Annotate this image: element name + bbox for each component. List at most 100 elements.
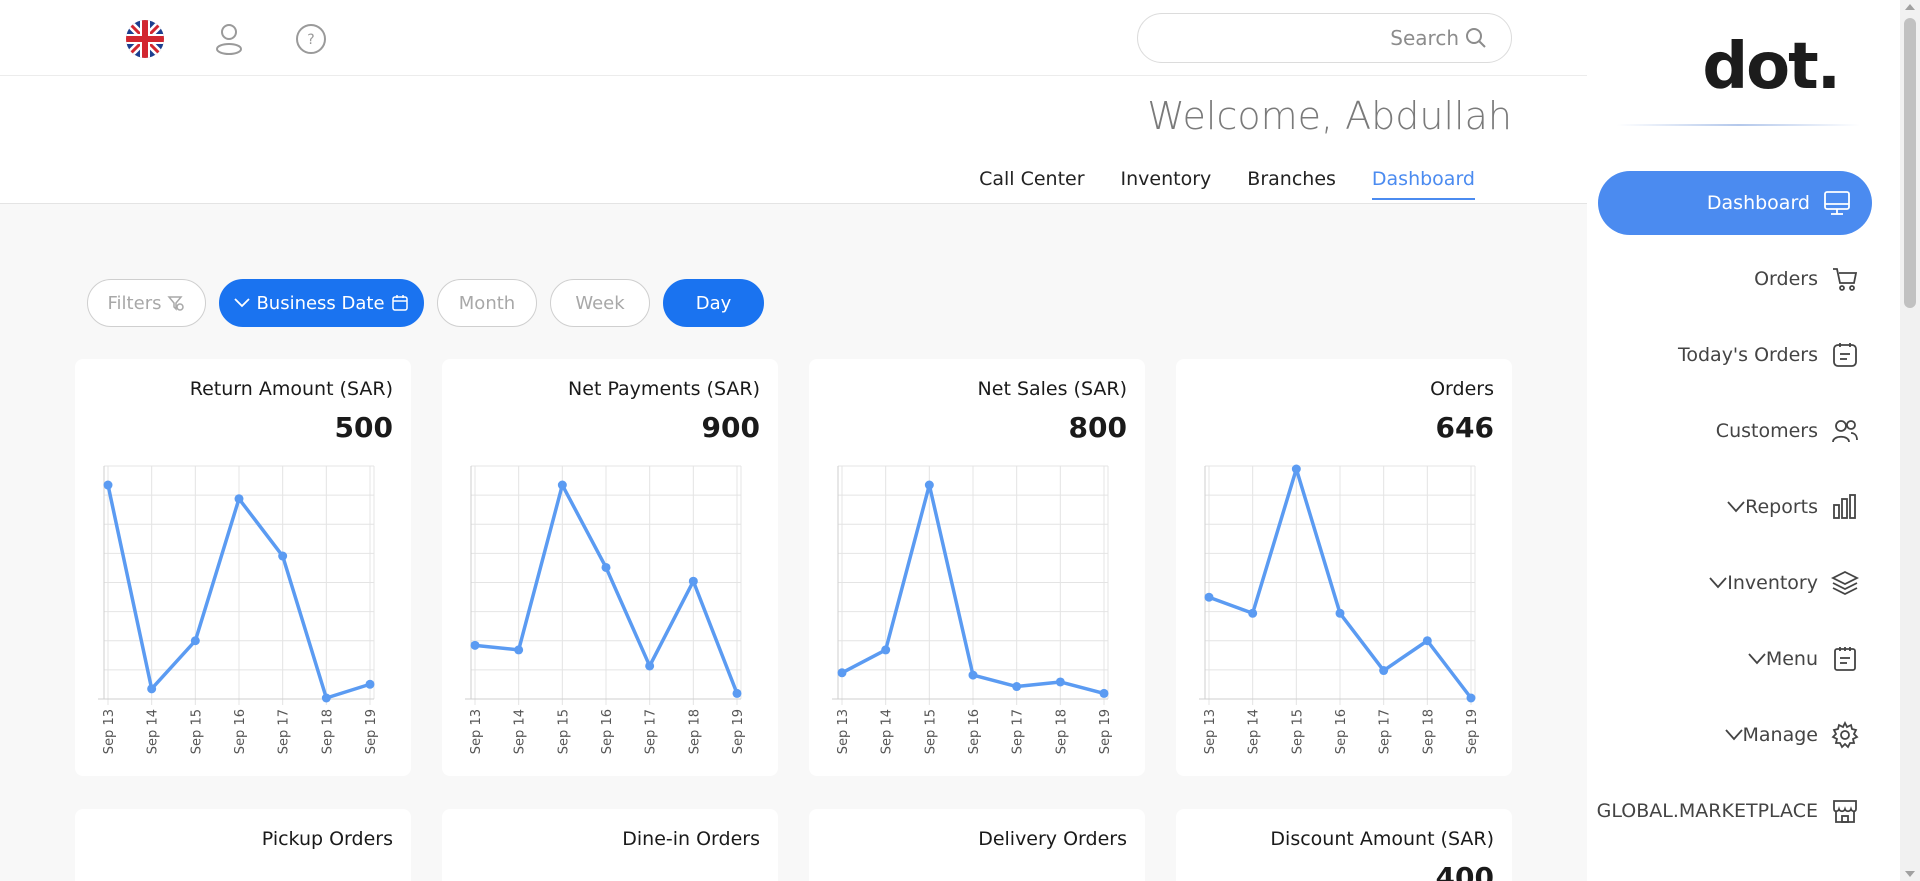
business-date-button[interactable]: Business Date [219,279,424,327]
data-point [278,551,288,561]
sidebar-item-label: Orders [1754,268,1818,290]
return-amount-chart: Sep 13 Sep 14 Sep 15 Sep 16 Sep 17 Sep 18 Sep … [98,465,379,754]
user-profile-icon[interactable] [209,19,249,59]
x-tick-label: Sep 16 [233,709,248,754]
sidebar-item-orders[interactable]: Orders [1754,247,1860,311]
divider [1617,124,1860,126]
chevron-down-icon [234,298,251,308]
filters-button[interactable]: Filters [87,279,206,327]
week-button[interactable]: Week [550,279,650,327]
sidebar-item-menu[interactable]: Menu [1748,627,1860,691]
top-bar: ? Search [0,0,1587,76]
x-tick-label: Sep 19 [364,709,379,754]
tab-dashboard[interactable]: Dashboard [1371,168,1476,200]
search-icon [1466,28,1486,48]
x-tick-label: Sep 13 [469,709,484,754]
filters-label: Filters [107,292,162,314]
data-point [1466,693,1476,703]
data-point [1335,608,1345,618]
top-tabs: Call Center Inventory Branches Dashboard [979,168,1476,200]
sidebar-item-global-marketplace[interactable]: GLOBAL.MARKETPLACE [1597,779,1860,843]
data-point [557,480,567,490]
scrollbar[interactable] [1900,0,1920,881]
day-button[interactable]: Day [663,279,764,327]
data-point [1291,464,1301,474]
sidebar-item-customers[interactable]: Customers [1716,399,1860,463]
data-point [645,661,655,671]
data-point [837,668,847,678]
x-tick-label: Sep 15 [189,709,204,754]
search-input[interactable]: Search [1137,13,1512,63]
data-point [968,670,978,680]
welcome-area: Welcome, Abdullah Call Center Inventory … [0,76,1587,204]
welcome-text: Welcome, Abdullah [1147,94,1512,138]
data-point [365,679,375,689]
card-title: Delivery Orders [978,828,1127,850]
sidebar-item-label: Inventory [1727,572,1818,594]
x-tick-label: Sep 15 [556,709,571,754]
filter-icon [167,296,185,311]
data-point [321,693,331,703]
card-title: Dine-in Orders [622,828,760,850]
help-icon[interactable]: ? [291,19,331,59]
x-tick-label: Sep 14 [1247,709,1262,754]
sidebar-item-manage[interactable]: Manage [1724,703,1860,767]
data-point [103,480,113,490]
month-button[interactable]: Month [437,279,537,327]
x-tick-label: Sep 17 [1378,709,1393,754]
card-net-payments: Net Payments (SAR) 900 Sep 13 Sep 14 Sep 1… [442,359,778,776]
dashboard-main: Filters Business Date Month Week Day Ret… [0,204,1587,881]
x-tick-label: Sep 17 [277,709,292,754]
scroll-up-arrow[interactable] [1905,4,1915,10]
sidebar: dot. Dashboard Orders Today's Orders Cus… [1587,0,1900,881]
sidebar-item-reports[interactable]: Reports [1727,475,1860,539]
data-point [601,562,611,572]
card-delivery-orders: Delivery Orders [809,809,1145,881]
x-tick-label: Sep 18 [320,709,335,754]
search-placeholder: Search [1390,26,1459,50]
card-discount-amount: Discount Amount (SAR) 400 [1176,809,1512,881]
net-sales-chart: Sep 13 Sep 14 Sep 15 Sep 16 Sep 17 Sep 18 Sep … [832,465,1113,754]
sidebar-item-dashboard[interactable]: Dashboard [1598,171,1872,235]
sidebar-item-label: Menu [1765,648,1818,670]
data-point [1422,636,1432,646]
scrollbar-thumb[interactable] [1904,18,1916,308]
card-return-amount: Return Amount (SAR) 500 Sep 13 Sep 14 Sep … [75,359,411,776]
sidebar-item-label: Customers [1715,420,1818,442]
data-point [190,636,200,646]
data-point [514,645,524,655]
x-tick-label: Sep 18 [687,709,702,754]
scroll-down-arrow[interactable] [1905,871,1915,877]
tab-branches[interactable]: Branches [1247,168,1336,200]
x-tick-label: Sep 16 [967,709,982,754]
data-point [732,688,742,698]
card-title: Discount Amount (SAR) [1270,828,1494,850]
data-point [470,640,480,650]
x-tick-label: Sep 13 [102,709,117,754]
data-point [1204,592,1214,602]
sidebar-item-label: GLOBAL.MARKETPLACE [1596,800,1818,822]
chevron-down-icon [1748,653,1766,665]
sidebar-item-todays-orders[interactable]: Today's Orders [1678,323,1860,387]
x-tick-label: Sep 15 [923,709,938,754]
calendar-note-icon [1830,340,1860,370]
svg-text:?: ? [307,32,314,48]
tab-inventory[interactable]: Inventory [1121,168,1212,200]
x-tick-label: Sep 17 [1011,709,1026,754]
x-tick-label: Sep 16 [1334,709,1349,754]
net-payments-chart: Sep 13 Sep 14 Sep 15 Sep 16 Sep 17 Sep 18 Sep … [465,465,746,754]
data-point [234,494,244,504]
data-point [1055,677,1065,687]
data-point [1248,608,1258,618]
layers-icon [1830,568,1860,598]
tab-call-center[interactable]: Call Center [979,168,1084,200]
data-point [688,576,698,586]
sidebar-item-inventory[interactable]: Inventory [1709,551,1860,615]
language-flag-icon[interactable] [125,19,165,59]
chart-grid [465,465,742,705]
sidebar-item-label: Dashboard [1706,192,1810,214]
data-point [1099,688,1109,698]
x-tick-label: Sep 15 [1290,709,1305,754]
cart-icon [1830,264,1860,294]
data-point [881,645,891,655]
